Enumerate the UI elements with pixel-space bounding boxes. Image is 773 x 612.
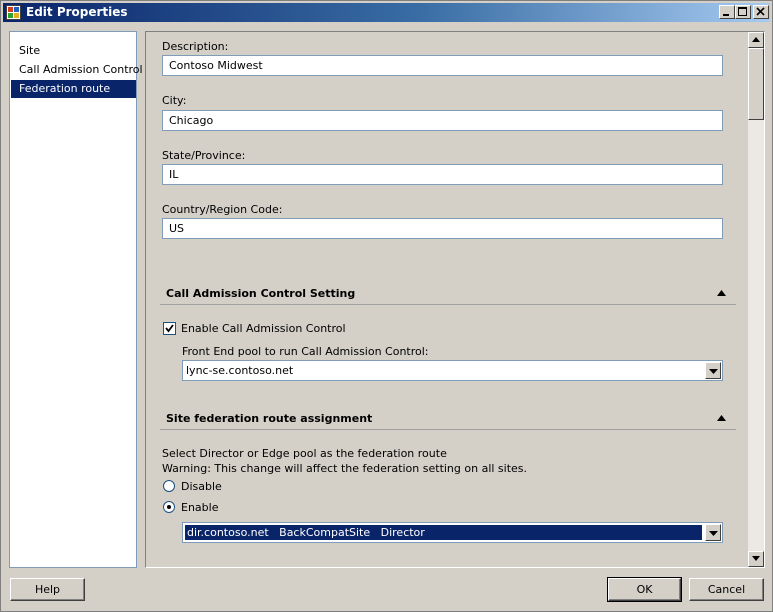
country-label: Country/Region Code:: [162, 203, 283, 216]
maximize-icon: [738, 7, 747, 16]
federation-warning: Warning: This change will affect the fed…: [162, 462, 528, 475]
cancel-button[interactable]: Cancel: [689, 578, 764, 601]
disable-radio[interactable]: [163, 480, 175, 492]
scroll-up-button[interactable]: [748, 32, 764, 48]
collapse-up-icon[interactable]: [717, 415, 726, 421]
enable-radio-label[interactable]: Enable: [181, 501, 218, 514]
disable-radio-label[interactable]: Disable: [181, 480, 222, 493]
nav-item-federation-route[interactable]: Federation route: [11, 80, 136, 98]
panel-content: Description: Contoso Midwest City: Chica…: [146, 32, 746, 567]
properties-panel: Description: Contoso Midwest City: Chica…: [145, 31, 765, 568]
nav-item-site[interactable]: Site: [11, 42, 136, 60]
edit-properties-window: Edit Properties Site Call Admission Cont…: [0, 0, 773, 612]
state-field[interactable]: IL: [162, 164, 723, 185]
nav-list: Site Call Admission Control Federation r…: [9, 31, 143, 568]
enable-cac-checkbox[interactable]: [163, 322, 176, 335]
title-bar: Edit Properties: [3, 3, 770, 22]
frontend-pool-select[interactable]: lync-se.contoso.net: [182, 360, 723, 381]
state-label: State/Province:: [162, 149, 246, 162]
nav-item-call-admission-control[interactable]: Call Admission Control: [11, 61, 143, 79]
collapse-up-icon[interactable]: [717, 290, 726, 296]
federation-route-select[interactable]: dir.contoso.net BackCompatSite Director: [182, 522, 723, 543]
help-button[interactable]: Help: [10, 578, 85, 601]
federation-route-dropdown-button[interactable]: [705, 524, 721, 541]
scroll-down-button[interactable]: [748, 551, 764, 567]
arrow-down-icon: [752, 556, 760, 561]
checkmark-icon: [165, 324, 174, 333]
description-field[interactable]: Contoso Midwest: [162, 55, 723, 76]
maximize-button[interactable]: [735, 5, 751, 19]
frontend-pool-dropdown-button[interactable]: [705, 362, 721, 379]
cac-section-title: Call Admission Control Setting: [166, 287, 356, 300]
scroll-thumb[interactable]: [748, 48, 764, 120]
close-button[interactable]: [753, 5, 769, 19]
app-icon: [6, 5, 21, 20]
country-field[interactable]: US: [162, 218, 723, 239]
enable-cac-label[interactable]: Enable Call Admission Control: [181, 322, 346, 335]
minimize-button[interactable]: [719, 5, 735, 19]
federation-section-title: Site federation route assignment: [166, 412, 373, 425]
federation-section-header[interactable]: Site federation route assignment: [160, 410, 736, 430]
description-label: Description:: [162, 40, 229, 53]
chevron-down-icon: [709, 369, 718, 374]
close-icon: [756, 7, 765, 16]
city-field[interactable]: Chicago: [162, 110, 723, 131]
vertical-scrollbar[interactable]: [748, 32, 764, 567]
federation-instruction: Select Director or Edge pool as the fede…: [162, 447, 447, 460]
frontend-pool-label: Front End pool to run Call Admission Con…: [182, 345, 429, 358]
enable-radio[interactable]: [163, 501, 175, 513]
federation-route-value: dir.contoso.net BackCompatSite Director: [185, 525, 702, 540]
arrow-up-icon: [752, 37, 760, 42]
frontend-pool-value: lync-se.contoso.net: [186, 364, 294, 377]
city-label: City:: [162, 94, 187, 107]
minimize-icon: [723, 14, 729, 16]
window-title: Edit Properties: [26, 5, 128, 19]
ok-button[interactable]: OK: [607, 577, 682, 602]
cac-section-header[interactable]: Call Admission Control Setting: [160, 285, 736, 305]
radio-selected-dot: [167, 505, 171, 509]
chevron-down-icon: [709, 531, 718, 536]
